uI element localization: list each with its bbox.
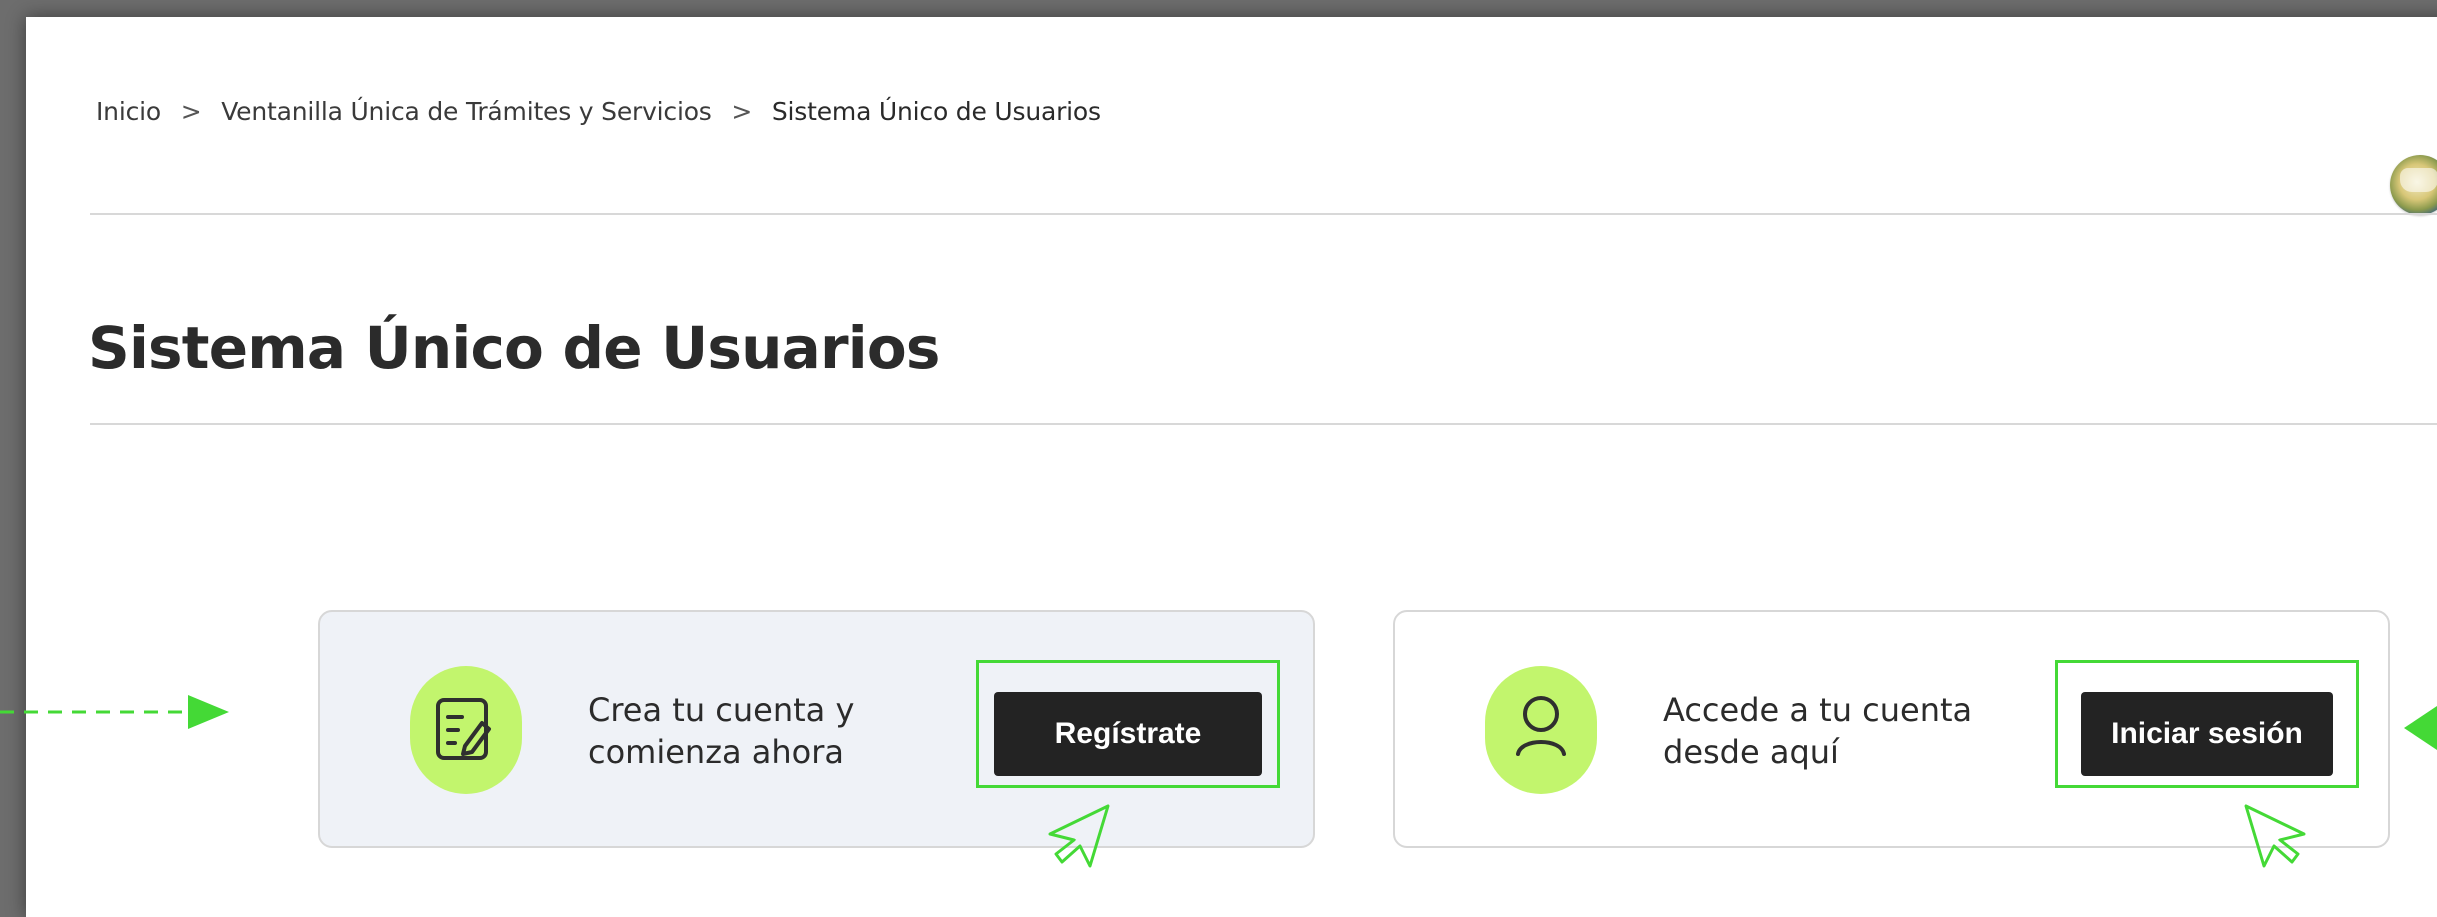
breadcrumb-home[interactable]: Inicio [96, 97, 161, 126]
register-card-text: Crea tu cuenta y comienza ahora [588, 689, 854, 773]
breadcrumb-separator: > [731, 97, 753, 126]
breadcrumb-current: Sistema Único de Usuarios [771, 97, 1101, 126]
login-text-line-2: desde aquí [1663, 733, 1839, 771]
page-title: Sistema Único de Usuarios [88, 313, 940, 382]
top-divider [90, 213, 2437, 215]
breadcrumb-separator: > [180, 97, 202, 126]
register-text-line-1: Crea tu cuenta y [588, 691, 855, 729]
logo-mark [2400, 168, 2437, 192]
site-logo [2390, 155, 2437, 215]
login-button[interactable]: Iniciar sesión [2081, 692, 2333, 776]
title-divider [90, 423, 2437, 425]
register-text-line-2: comienza ahora [588, 733, 845, 771]
breadcrumb: Inicio > Ventanilla Única de Trámites y … [96, 97, 1101, 126]
register-button[interactable]: Regístrate [994, 692, 1262, 776]
user-icon [1516, 696, 1566, 756]
login-card-text: Accede a tu cuenta desde aquí [1663, 689, 1972, 773]
register-card: Crea tu cuenta y comienza ahora Regístra… [318, 610, 1315, 848]
login-card: Accede a tu cuenta desde aquí Iniciar se… [1393, 610, 2390, 848]
login-icon-circle [1485, 666, 1597, 794]
register-icon-circle [410, 666, 522, 794]
edit-form-icon [436, 698, 491, 760]
page-frame: Inicio > Ventanilla Única de Trámites y … [26, 17, 2437, 917]
breadcrumb-ventanilla[interactable]: Ventanilla Única de Trámites y Servicios [221, 97, 712, 126]
login-text-line-1: Accede a tu cuenta [1663, 691, 1973, 729]
